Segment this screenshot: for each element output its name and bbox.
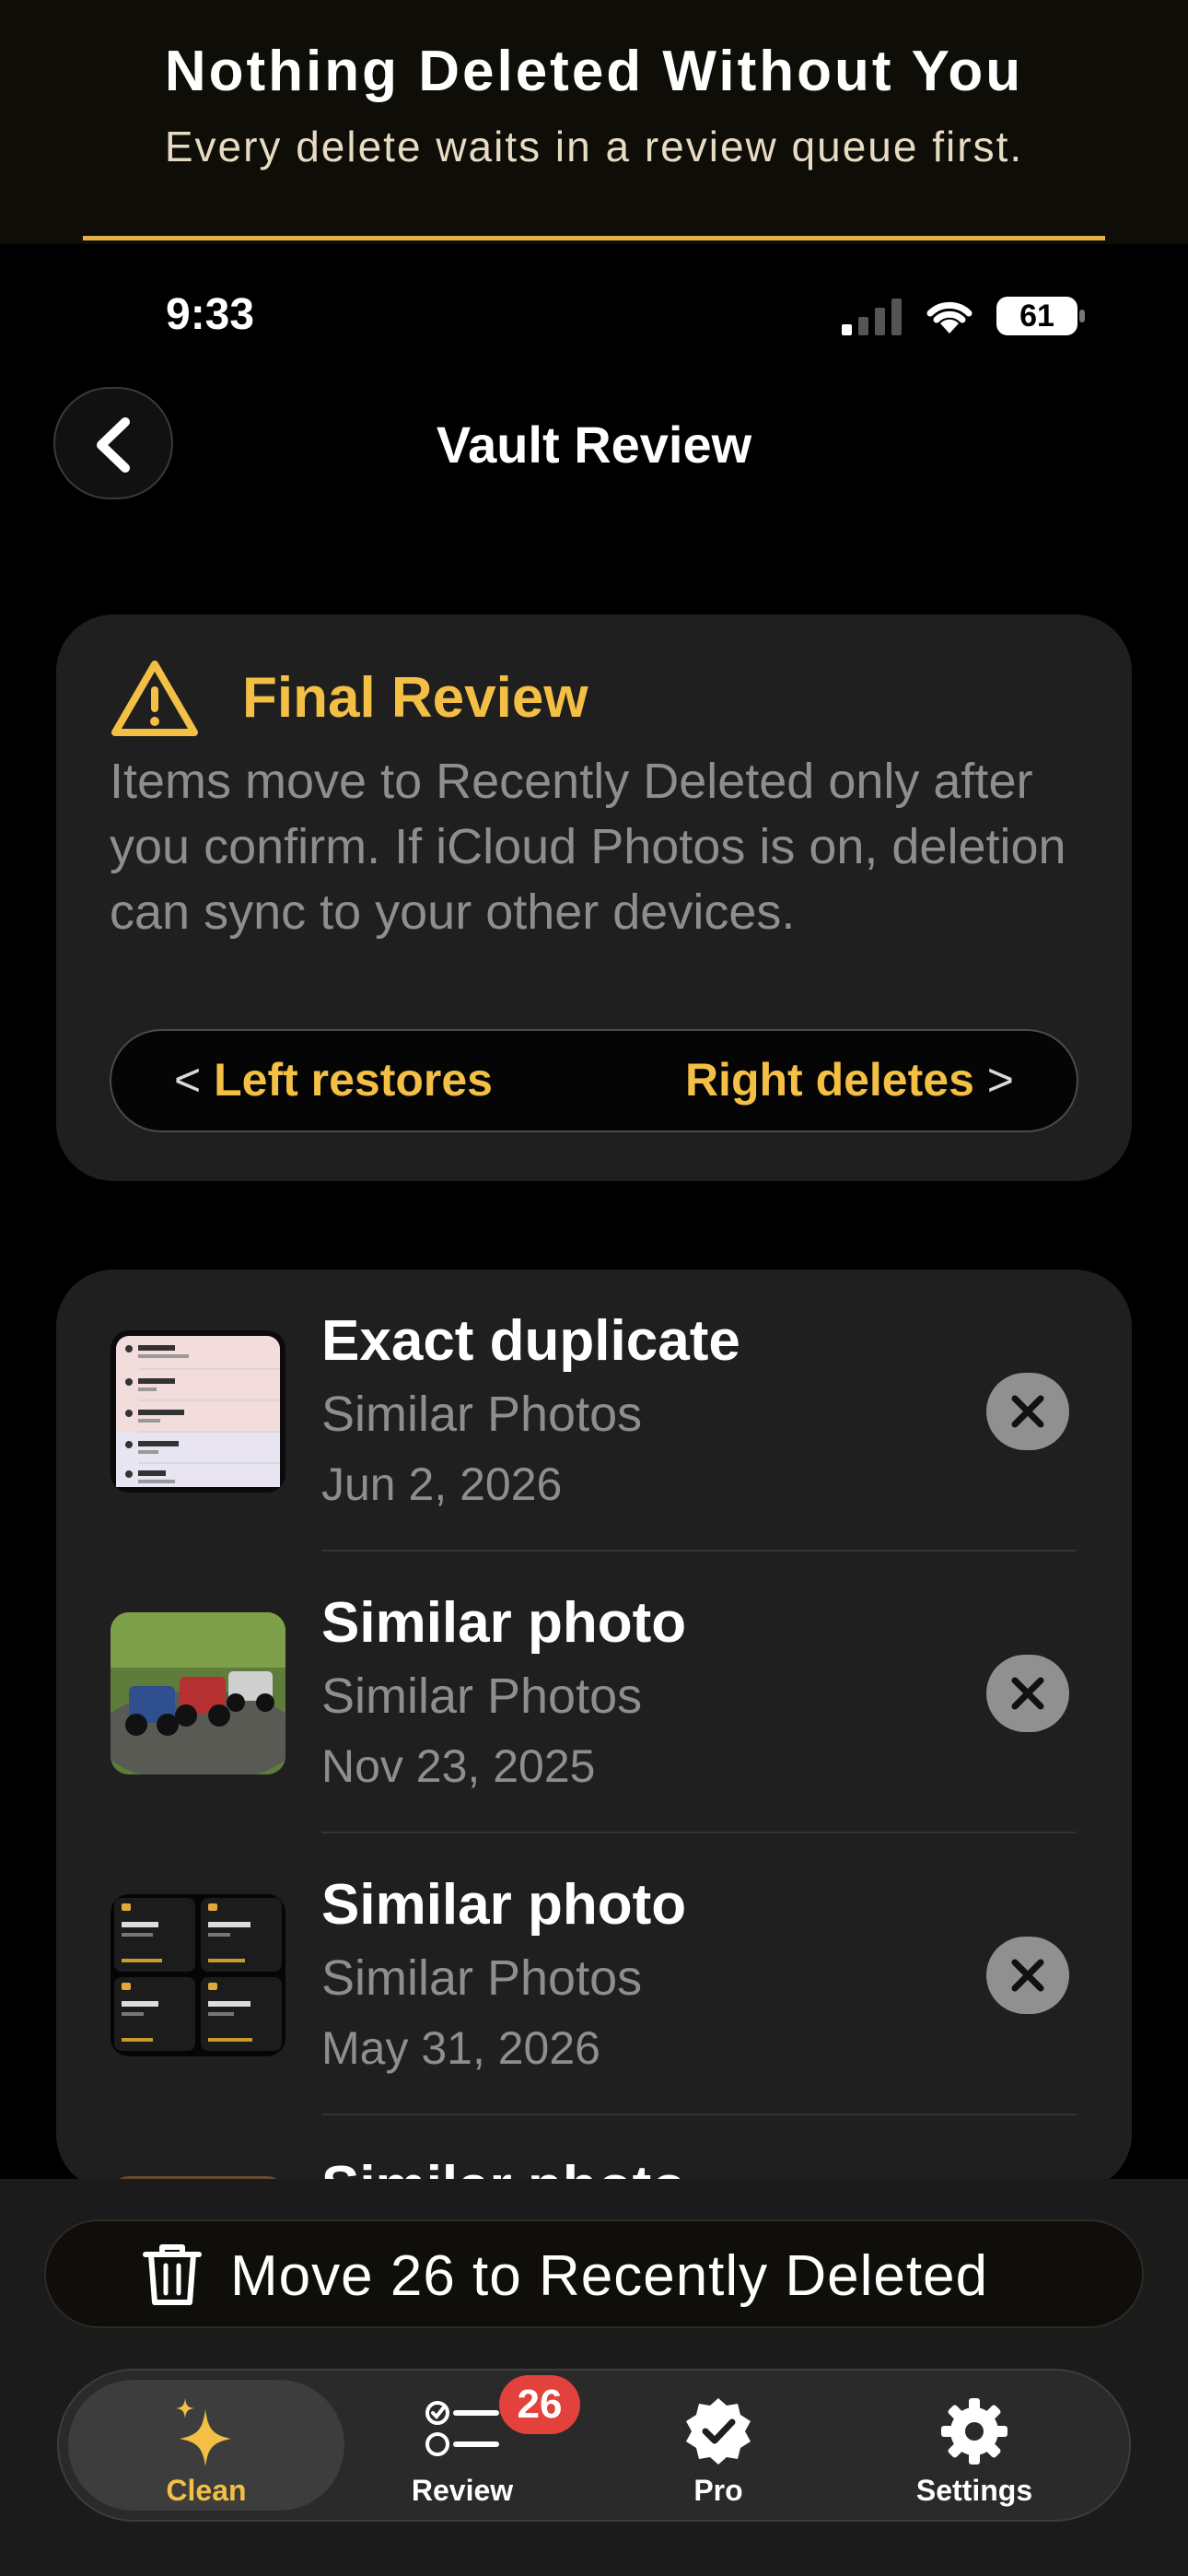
list-item[interactable]: Exact duplicate Similar Photos Jun 2, 20…: [56, 1270, 1132, 1551]
battery-nub: [1079, 310, 1085, 322]
move-to-recently-deleted-button[interactable]: Move 26 to Recently Deleted: [44, 2219, 1144, 2328]
tab-pro-label: Pro: [693, 2474, 743, 2507]
item-category: Similar Photos: [321, 1950, 643, 2006]
review-item-list: Exact duplicate Similar Photos Jun 2, 20…: [56, 1270, 1132, 2191]
review-count-badge: 26: [499, 2375, 580, 2434]
item-category: Similar Photos: [321, 1387, 643, 1442]
thumbnail-rc-trucks-photo: [111, 1612, 285, 1774]
status-time: 9:33: [166, 290, 255, 339]
remove-item-button[interactable]: [986, 1373, 1069, 1450]
status-bar: 9:33 61: [0, 276, 1188, 359]
final-review-description: Items move to Recently Deleted only afte…: [110, 754, 1066, 940]
cellular-signal-icon: [842, 299, 902, 335]
battery-indicator: 61: [996, 297, 1077, 335]
tab-review-label: Review: [411, 2474, 514, 2507]
item-category: Similar Photos: [321, 1669, 643, 1724]
item-date: May 31, 2026: [321, 2022, 600, 2074]
move-button-label: Move 26 to Recently Deleted: [230, 2244, 989, 2308]
tab-clean[interactable]: Clean: [68, 2380, 344, 2511]
trash-icon: [143, 2244, 202, 2305]
close-icon: [1011, 1959, 1044, 1992]
remove-item-button[interactable]: [986, 1655, 1069, 1732]
swipe-hint-pill: < Left restores Right deletes >: [110, 1029, 1078, 1132]
promo-title: Nothing Deleted Without You: [164, 40, 1024, 103]
warning-triangle-icon: [111, 661, 198, 736]
gear-icon: [836, 2396, 1112, 2471]
item-date: Jun 2, 2026: [321, 1458, 563, 1510]
swipe-right-hint: Right deletes >: [685, 1053, 1014, 1107]
item-date: Nov 23, 2025: [321, 1740, 596, 1792]
close-icon: [1011, 1395, 1044, 1428]
screenshot-image: [116, 1336, 280, 1487]
tab-bar: Clean Review 26 Pro Settings: [57, 2369, 1131, 2522]
tab-settings[interactable]: Settings: [836, 2380, 1112, 2511]
item-title: Similar photo: [321, 1591, 687, 1655]
final-review-card: Final Review Items move to Recently Dele…: [56, 615, 1132, 1181]
item-title: Exact duplicate: [321, 1309, 740, 1373]
thumbnail-decks-screenshot: [111, 1330, 285, 1493]
nav-bar: Vault Review: [0, 387, 1188, 507]
wifi-icon: [926, 301, 973, 334]
list-item[interactable]: Similar photo Similar Photos Nov 23, 202…: [56, 1551, 1132, 1833]
page-title: Vault Review: [436, 416, 752, 474]
chevron-right-hint: >: [986, 1054, 1014, 1106]
tab-pro[interactable]: Pro: [580, 2380, 856, 2511]
sparkles-icon: [68, 2396, 344, 2471]
remove-item-button[interactable]: [986, 1937, 1069, 2014]
verified-badge-icon: [580, 2396, 856, 2471]
left-restores-label: Left restores: [214, 1054, 493, 1106]
thumbnail-app-grid-screenshot: [111, 1894, 285, 2056]
item-title: Similar photo: [321, 1873, 687, 1937]
chevron-left-hint: <: [174, 1054, 202, 1106]
promo-subtitle: Every delete waits in a review queue fir…: [164, 123, 1024, 170]
photo-image: [111, 1612, 285, 1774]
screenshot-image: [114, 1898, 282, 2051]
bottom-action-panel: Move 26 to Recently Deleted Clean Review…: [0, 2179, 1188, 2576]
promo-banner: Nothing Deleted Without You Every delete…: [0, 0, 1188, 244]
final-review-title: Final Review: [242, 666, 588, 730]
list-item[interactable]: Similar photo Similar Photos May 31, 202…: [56, 1833, 1132, 2115]
tab-settings-label: Settings: [915, 2474, 1033, 2507]
promo-divider: [83, 236, 1105, 240]
close-icon: [1011, 1677, 1044, 1710]
tab-clean-label: Clean: [166, 2474, 247, 2507]
swipe-left-hint: < Left restores: [174, 1053, 493, 1107]
right-deletes-label: Right deletes: [684, 1054, 974, 1106]
